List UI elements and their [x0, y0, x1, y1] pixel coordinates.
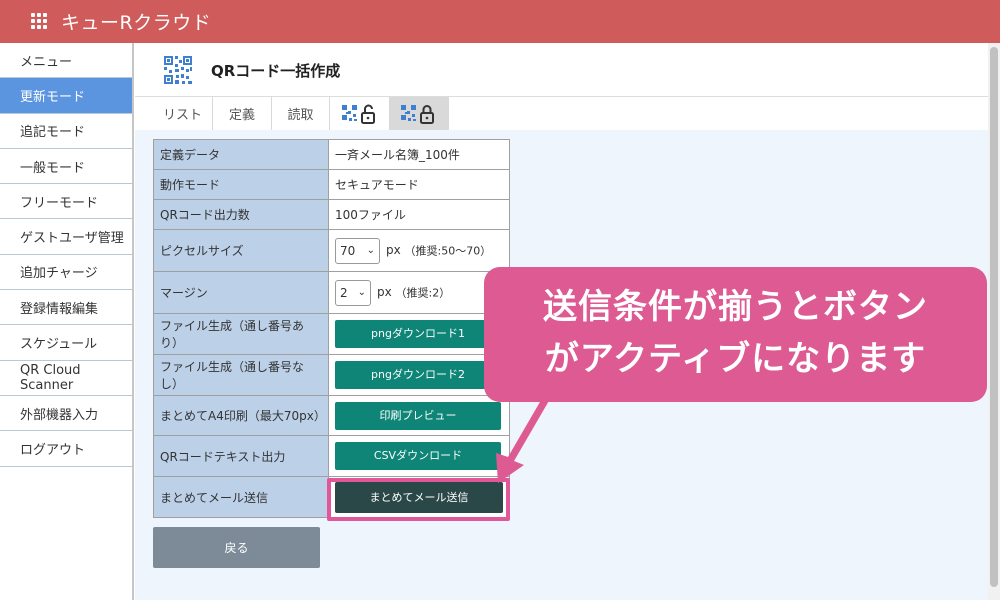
table-row: マージン 2 ⌄ px （推奨:2） [153, 271, 510, 314]
table-row: 動作モード セキュアモード [153, 169, 510, 200]
mail-label: まとめてメール送信 [153, 476, 329, 518]
file-noseq-label: ファイル生成（通し番号なし） [153, 354, 329, 396]
app-header: キューRクラウド [0, 0, 1000, 43]
table-row: QRコードテキスト出力 CSVダウンロード [153, 435, 510, 477]
tab-definition[interactable]: 定義 [213, 97, 272, 130]
qr-unlock-icon [341, 104, 375, 124]
pixel-label: ピクセルサイズ [153, 229, 329, 272]
print-preview-button[interactable]: 印刷プレビュー [335, 401, 501, 430]
margin-value: 2 [340, 285, 348, 300]
mode-label: 動作モード [153, 169, 329, 200]
sidebar-item-update-mode[interactable]: 更新モード [0, 78, 132, 114]
pixel-cell: 70 ⌄ px （推奨:50〜70） [328, 229, 510, 272]
mode-value: セキュアモード [328, 169, 510, 200]
sidebar-item-external-input[interactable]: 外部機器入力 [0, 396, 132, 432]
sidebar-item-charge[interactable]: 追加チャージ [0, 255, 132, 291]
table-row: ファイル生成（通し番号あり） pngダウンロード1 [153, 313, 510, 355]
chevron-down-icon: ⌄ [366, 245, 375, 256]
pixel-size-value: 70 [340, 243, 356, 258]
margin-unit: px [377, 285, 392, 299]
app-title: キューRクラウド [61, 12, 212, 34]
sidebar-item-logout[interactable]: ログアウト [0, 431, 132, 467]
sidebar-item-schedule[interactable]: スケジュール [0, 325, 132, 361]
tab-bar: リスト 定義 読取 [153, 97, 449, 130]
print-label: まとめてA4印刷（最大70px） [153, 395, 329, 436]
png-download-1-button[interactable]: pngダウンロード1 [335, 320, 501, 348]
sidebar-item-guest-users[interactable]: ゲストユーザ管理 [0, 219, 132, 255]
definition-value: 一斉メール名簿_100件 [328, 139, 510, 170]
margin-select[interactable]: 2 ⌄ [335, 279, 371, 306]
text-output-label: QRコードテキスト出力 [153, 435, 329, 477]
print-cell: 印刷プレビュー [328, 395, 510, 436]
sidebar-item-general-mode[interactable]: 一般モード [0, 149, 132, 185]
tab-lock[interactable] [390, 97, 449, 130]
sidebar-item-account[interactable]: 登録情報編集 [0, 290, 132, 326]
count-label: QRコード出力数 [153, 199, 329, 230]
callout-arrow [496, 395, 550, 483]
settings-table: 定義データ 一斉メール名簿_100件 動作モード セキュアモード QRコード出力… [153, 139, 510, 518]
table-row: まとめてA4印刷（最大70px） 印刷プレビュー [153, 395, 510, 436]
margin-label: マージン [153, 271, 329, 314]
csv-download-button[interactable]: CSVダウンロード [335, 442, 501, 470]
margin-hint: （推奨:2） [395, 286, 451, 299]
file-seq-label: ファイル生成（通し番号あり） [153, 313, 329, 355]
page-header: QRコード一括作成 [135, 43, 988, 97]
sidebar-item-menu[interactable]: メニュー [0, 43, 132, 79]
table-row: ピクセルサイズ 70 ⌄ px （推奨:50〜70） [153, 229, 510, 272]
sidebar: メニュー 更新モード 追記モード 一般モード フリーモード ゲストユーザ管理 追… [0, 43, 134, 600]
table-row: 定義データ 一斉メール名簿_100件 [153, 139, 510, 170]
page-title: QRコード一括作成 [211, 62, 341, 80]
chevron-down-icon: ⌄ [357, 287, 366, 298]
tab-list[interactable]: リスト [153, 97, 213, 130]
png-download-2-button[interactable]: pngダウンロード2 [335, 361, 501, 389]
callout-line-1: 送信条件が揃うとボタン [543, 287, 928, 327]
count-value: 100ファイル [328, 199, 510, 230]
qr-code-icon [162, 54, 194, 86]
apps-grid-icon[interactable] [31, 13, 47, 29]
text-output-cell: CSVダウンロード [328, 435, 510, 477]
tab-unlock[interactable] [330, 97, 390, 130]
pixel-hint: （推奨:50〜70） [404, 244, 492, 257]
callout-bubble: 送信条件が揃うとボタン がアクティブになります [484, 267, 987, 402]
qr-lock-icon [401, 104, 434, 124]
highlight-frame [327, 478, 510, 521]
pixel-unit: px [386, 243, 401, 257]
sidebar-item-free-mode[interactable]: フリーモード [0, 184, 132, 220]
callout-text: 送信条件が揃うとボタン がアクティブになります [484, 281, 987, 385]
table-row: ファイル生成（通し番号なし） pngダウンロード2 [153, 354, 510, 396]
sidebar-item-append-mode[interactable]: 追記モード [0, 114, 132, 149]
file-noseq-cell: pngダウンロード2 [328, 354, 510, 396]
scrollbar-thumb[interactable] [990, 47, 998, 587]
table-row: QRコード出力数 100ファイル [153, 199, 510, 230]
file-seq-cell: pngダウンロード1 [328, 313, 510, 355]
definition-label: 定義データ [153, 139, 329, 170]
margin-cell: 2 ⌄ px （推奨:2） [328, 271, 510, 314]
callout-line-2: がアクティブになります [544, 339, 927, 379]
pixel-size-select[interactable]: 70 ⌄ [335, 237, 380, 264]
sidebar-item-scanner[interactable]: QR Cloud Scanner [0, 361, 132, 396]
scrollbar[interactable] [988, 43, 1000, 600]
back-button[interactable]: 戻る [153, 527, 320, 568]
tab-read[interactable]: 読取 [272, 97, 330, 130]
